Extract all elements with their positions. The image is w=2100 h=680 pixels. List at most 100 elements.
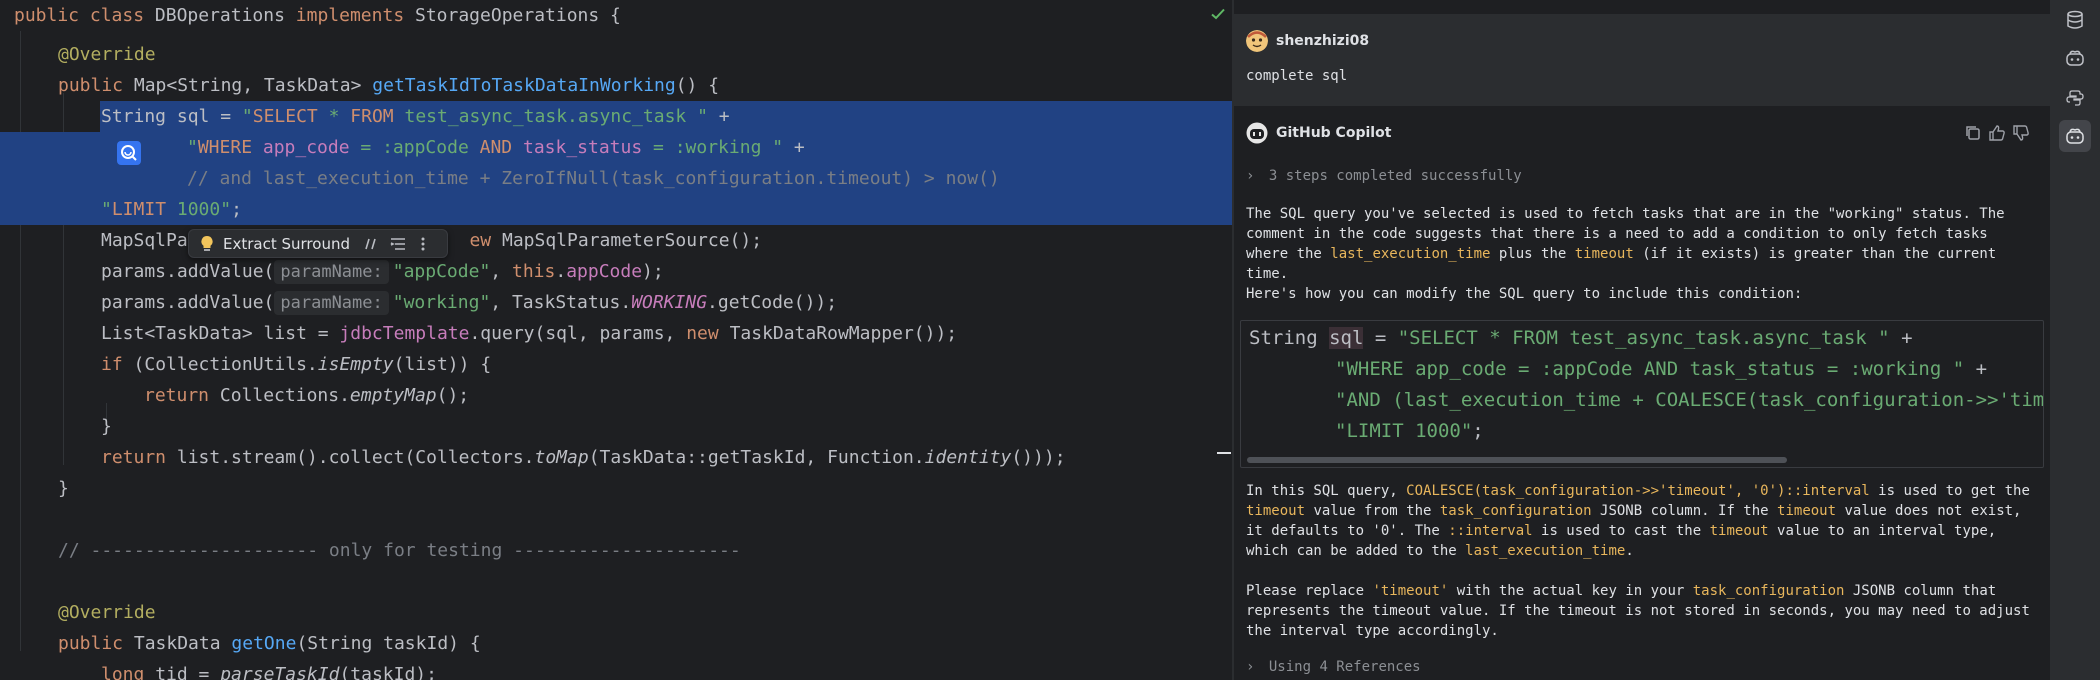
check-icon	[1211, 8, 1225, 20]
code-token: .query(sql, params,	[469, 323, 687, 344]
code-line[interactable]: public Map<String, TaskData> getTaskIdTo…	[0, 70, 1232, 101]
code-token: DBOperations	[144, 5, 296, 26]
code-token: "appCode"	[392, 261, 491, 282]
inline-code: timeout	[1777, 503, 1837, 519]
code-token: emptyMap	[349, 385, 437, 406]
snippet-token: "SELECT * FROM test_async_task.async_tas…	[1397, 327, 1890, 349]
code-line[interactable]: return Collections.emptyMap();	[0, 380, 1232, 411]
lightbulb-icon[interactable]	[199, 235, 215, 253]
code-token: tid =	[144, 664, 221, 680]
code-token: ,	[490, 261, 512, 282]
code-token: appCode	[566, 261, 643, 282]
code-token: return	[144, 385, 210, 406]
snippet-token: +	[1889, 327, 1913, 349]
code-token: .getCode());	[707, 292, 838, 313]
database-icon	[2067, 10, 2083, 29]
code-line[interactable]	[0, 566, 1232, 597]
code-line[interactable]: }	[0, 473, 1232, 504]
code-token: AND	[479, 137, 513, 158]
snippet-token: "AND (last_execution_time + COALESCE(tas…	[1335, 389, 2044, 411]
code-token: (CollectionUtils.	[122, 354, 318, 375]
code-line[interactable]: return list.stream().collect(Collectors.…	[0, 442, 1232, 473]
code-line[interactable]: }	[0, 411, 1232, 442]
code-line[interactable]: "LIMIT 1000";	[0, 194, 1232, 225]
steps-summary[interactable]: › 3 steps completed successfully	[1246, 168, 1522, 184]
user-avatar-icon	[1246, 30, 1268, 52]
text-run: Please replace	[1246, 583, 1373, 599]
code-line[interactable]: // --------------------- only for testin…	[0, 535, 1232, 566]
code-token: WORKING	[631, 292, 708, 313]
inline-code: ::interval	[1448, 523, 1533, 539]
code-line[interactable]: List<TaskData> list = jdbcTemplate.query…	[0, 318, 1232, 349]
code-line[interactable]: long tid = parseTaskId(taskId);	[0, 659, 1232, 680]
code-token: identity	[924, 447, 1012, 468]
code-line[interactable]: MapSqlPa ew MapSqlParameterSource();	[0, 225, 1232, 256]
code-line[interactable]: @Override	[0, 39, 1232, 70]
code-token: "	[241, 106, 253, 127]
code-line[interactable]: // and last_execution_time + ZeroIfNull(…	[0, 163, 1232, 194]
code-token: ()));	[1011, 447, 1066, 468]
code-token: "	[101, 199, 112, 220]
code-line[interactable]: public TaskData getOne(String taskId) {	[0, 628, 1232, 659]
intention-label[interactable]: Extract Surround	[223, 235, 350, 253]
ai-action-icon[interactable]	[117, 141, 141, 165]
code-token: FROM	[350, 106, 394, 127]
answer-paragraph: Here's how you can modify the SQL query …	[1246, 286, 1803, 302]
inline-code: task_configuration	[1439, 503, 1592, 519]
code-line[interactable]: if (CollectionUtils.isEmpty(list)) {	[0, 349, 1232, 380]
code-line[interactable]: public class DBOperations implements Sto…	[0, 0, 1232, 31]
code-token: class	[89, 5, 145, 26]
code-line[interactable]	[0, 504, 1232, 535]
code-line[interactable]: @Override	[0, 597, 1232, 628]
copilot-tool-button[interactable]	[2059, 42, 2091, 74]
format-icon[interactable]	[390, 237, 406, 251]
intention-popup[interactable]: Extract Surround	[188, 229, 448, 258]
comment-icon[interactable]	[364, 237, 378, 251]
code-editor[interactable]: public class DBOperations implements Sto…	[0, 0, 1232, 680]
user-message-text: complete sql	[1246, 68, 1348, 84]
copilot-avatar-icon	[1246, 122, 1268, 144]
python-icon	[2066, 90, 2084, 106]
chevron-right-icon: ›	[1246, 168, 1255, 184]
inline-code: timeout	[1709, 523, 1769, 539]
thumbs-up-icon[interactable]	[1988, 124, 2006, 142]
references-summary[interactable]: › Using 4 References	[1246, 659, 1421, 675]
inline-code: last_execution_time	[1465, 543, 1626, 559]
inline-code: 'timeout'	[1372, 583, 1449, 599]
snippet-token: sql	[1329, 327, 1364, 349]
more-icon[interactable]	[420, 236, 426, 252]
inline-code: timeout	[1246, 503, 1306, 519]
code-token: "	[187, 137, 198, 158]
code-line[interactable]: params.addValue(paramName: "appCode", thi…	[0, 256, 1232, 287]
code-snippet[interactable]: String sql = "SELECT * FROM test_async_t…	[1240, 320, 2044, 468]
database-tool-button[interactable]	[2059, 4, 2091, 36]
code-scrollbar[interactable]	[1247, 457, 1787, 463]
code-line[interactable]: "WHERE app_code = :appCode AND task_stat…	[0, 132, 1232, 163]
code-token: WHERE	[197, 137, 253, 158]
code-token: list.stream().collect(Collectors.	[166, 447, 535, 468]
code-line[interactable]: String sql = "SELECT * FROM test_async_t…	[100, 101, 1232, 132]
copilot-chat-panel: shenzhizi08 complete sql GitHub Copilot …	[1234, 0, 2050, 680]
inline-code: task_configuration	[1692, 583, 1845, 599]
copy-icon[interactable]	[1964, 124, 1982, 142]
copilot-chat-tool-button[interactable]	[2059, 120, 2091, 152]
python-tool-button[interactable]	[2059, 82, 2091, 114]
code-token: task_status	[522, 137, 643, 158]
user-message: shenzhizi08 complete sql	[1234, 14, 2050, 106]
thumbs-down-icon[interactable]	[2012, 124, 2030, 142]
inline-code: last_execution_time	[1330, 246, 1491, 262]
code-token: TaskData	[123, 633, 232, 654]
code-token: *	[317, 106, 351, 127]
text-run: plus the	[1490, 246, 1575, 262]
code-token: Map<String, TaskData>	[123, 75, 373, 96]
code-token: jdbcTemplate	[339, 323, 470, 344]
code-line[interactable]: params.addValue(paramName: "working", Tas…	[0, 287, 1232, 318]
code-token: isEmpty	[317, 354, 394, 375]
code-token: , TaskStatus.	[490, 292, 632, 313]
snippet-token: String	[1249, 327, 1330, 349]
text-run: JSONB column. If the	[1591, 503, 1778, 519]
snippet-token: "LIMIT 1000"	[1335, 420, 1473, 442]
snippet-line: "LIMIT 1000";	[1249, 417, 1484, 445]
code-token: getOne	[231, 633, 297, 654]
